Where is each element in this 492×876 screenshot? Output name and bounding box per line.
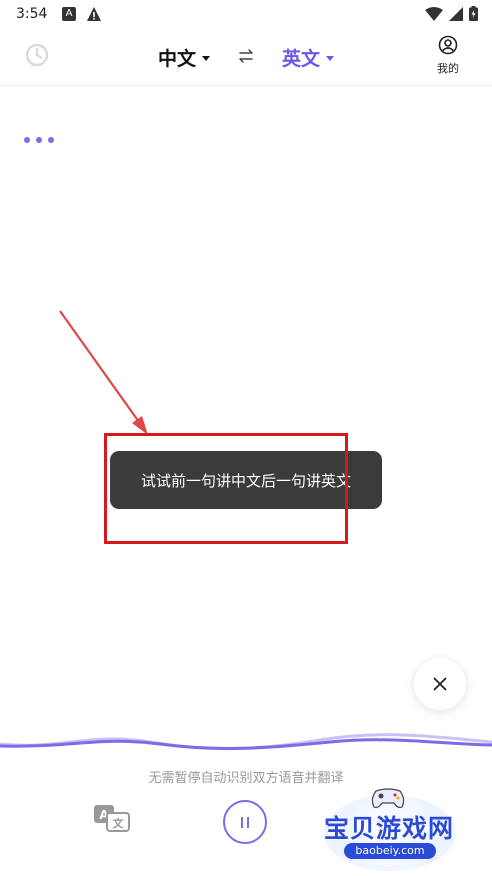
voice-wave: [0, 733, 492, 751]
svg-text:文: 文: [113, 816, 125, 830]
source-language-selector[interactable]: 中文: [158, 44, 211, 71]
status-time: 3:54: [16, 6, 48, 22]
warning-icon: [87, 7, 101, 21]
battery-icon: [469, 6, 478, 21]
typing-indicator: [24, 137, 54, 143]
screen: 3:54 A 中文 英文 我的 试试前一句讲中文后一句讲英文 无需暂停自动识别双…: [0, 0, 492, 876]
source-language-label: 中文: [158, 48, 197, 70]
caret-down-icon: [326, 56, 335, 61]
pause-button[interactable]: [223, 800, 267, 844]
header: 中文 英文 我的: [0, 30, 492, 86]
site-watermark: 宝贝游戏网 baobeiy.com: [316, 783, 462, 873]
app-notification-icon: A: [62, 7, 76, 21]
watermark-url: baobeiy.com: [344, 843, 436, 859]
close-button[interactable]: [414, 658, 466, 710]
swap-icon[interactable]: [237, 47, 255, 65]
watermark-title: 宝贝游戏网: [323, 814, 454, 843]
typing-dot: [36, 137, 42, 143]
profile-label: 我的: [437, 62, 459, 75]
target-language-label: 英文: [282, 48, 321, 70]
signal-icon: [449, 6, 463, 21]
status-right: [425, 6, 478, 21]
profile-button[interactable]: 我的: [430, 35, 466, 81]
translate-icon[interactable]: A 文: [93, 804, 131, 834]
pause-icon: [241, 816, 249, 828]
typing-dot: [24, 137, 30, 143]
wifi-icon: [425, 6, 443, 21]
history-icon[interactable]: [24, 42, 50, 68]
annotation-highlight-box: [104, 433, 348, 544]
target-language-selector[interactable]: 英文: [282, 44, 335, 71]
status-bar: 3:54 A: [0, 0, 492, 30]
typing-dot: [48, 137, 54, 143]
close-icon: [433, 677, 447, 691]
gamepad-icon: [371, 788, 405, 809]
caret-down-icon: [202, 56, 211, 61]
annotation-arrow: [59, 310, 148, 435]
user-icon: [438, 35, 458, 55]
